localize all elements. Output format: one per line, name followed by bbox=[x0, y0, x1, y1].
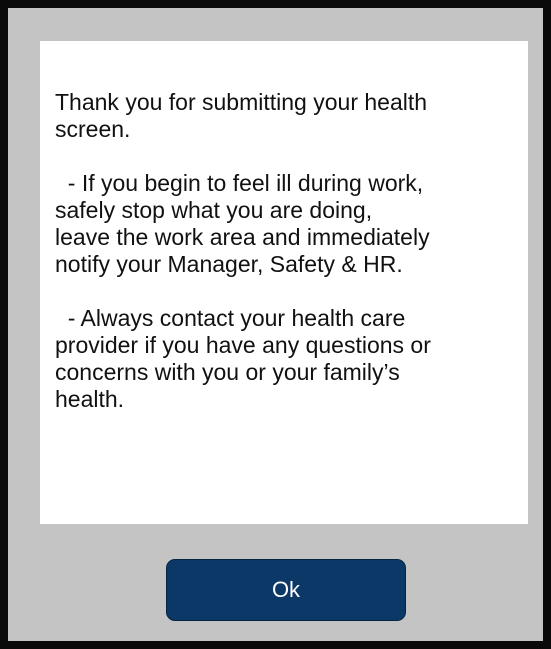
message-point-ill-at-work: - If you begin to feel ill during work, … bbox=[55, 170, 430, 277]
message-point-contact-provider: - Always contact your health care provid… bbox=[55, 305, 431, 412]
confirmation-dialog: Thank you for submitting your health scr… bbox=[0, 0, 551, 649]
message-body: Thank you for submitting your health scr… bbox=[55, 89, 525, 413]
message-panel: Thank you for submitting your health scr… bbox=[40, 41, 528, 524]
ok-button[interactable]: Ok bbox=[166, 559, 406, 621]
message-intro: Thank you for submitting your health scr… bbox=[55, 89, 428, 142]
